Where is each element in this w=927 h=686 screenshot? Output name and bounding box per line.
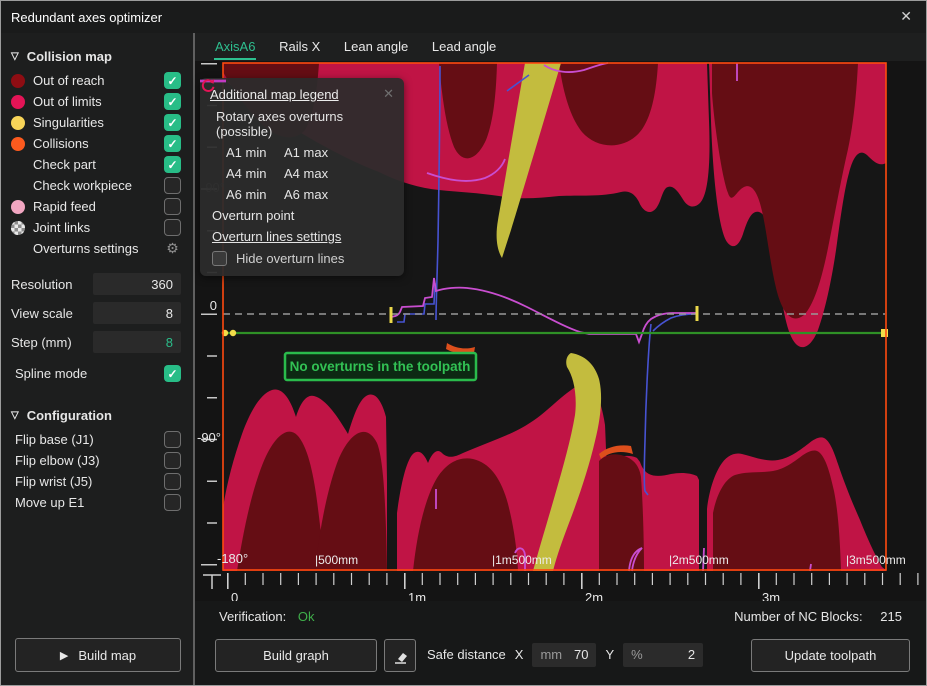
close-icon[interactable]: ✕ [900, 8, 912, 25]
legend-item-out-of-reach: Out of reach [11, 70, 181, 91]
spline-mode-row: Spline mode [15, 365, 181, 382]
collisions-dot [11, 137, 33, 151]
app-window: Redundant axes optimizer ✕ ▽ Collision m… [0, 0, 927, 686]
tab-bar: AxisA6 Rails X Lean angle Lead angle [195, 33, 926, 61]
svg-text:3m: 3m [762, 590, 780, 601]
tab-lead-angle[interactable]: Lead angle [431, 33, 497, 58]
legend-item-overturns-settings: Overturns settings ⚙ [11, 238, 181, 259]
flip-elbow-checkbox[interactable] [164, 452, 181, 469]
legend-item-rapid-feed: Rapid feed [11, 196, 181, 217]
legend-subtitle: Rotary axes overturns (possible) [216, 109, 394, 139]
legend-item-joint-links: Joint links [11, 217, 181, 238]
svg-text:No overturns in the toolpath: No overturns in the toolpath [290, 359, 471, 374]
nc-blocks-value: 215 [880, 609, 902, 624]
resolution-row: Resolution [11, 273, 181, 295]
status-bar: Verification: Ok Number of NC Blocks: 21… [195, 603, 926, 631]
out-of-reach-dot [11, 74, 33, 88]
collapse-triangle-icon: ▽ [11, 51, 19, 62]
legend-item-singularities: Singularities [11, 112, 181, 133]
gear-icon[interactable]: ⚙ [164, 240, 181, 257]
svg-text:|1m500mm: |1m500mm [492, 553, 552, 567]
verification-status: Ok [298, 609, 315, 624]
joint-links-checker-dot [11, 221, 33, 235]
move-up-e1-checkbox[interactable] [164, 494, 181, 511]
rapid-feed-checkbox[interactable] [164, 198, 181, 215]
check-workpiece-checkbox[interactable] [164, 177, 181, 194]
window-title: Redundant axes optimizer [11, 10, 162, 25]
out-of-limits-dot [11, 95, 33, 109]
build-graph-button[interactable]: Build graph [215, 639, 377, 672]
main-area: AxisA6 Rails X Lean angle Lead angle [195, 33, 926, 685]
legend-item-out-of-limits: Out of limits [11, 91, 181, 112]
svg-text:2m: 2m [585, 590, 603, 601]
config-item-flip-elbow: Flip elbow (J3) [11, 450, 181, 471]
overturn-point-row: Overturn point [212, 208, 394, 223]
svg-text:0: 0 [231, 590, 238, 601]
collapse-triangle-icon: ▽ [11, 410, 19, 421]
no-overturns-badge: No overturns in the toolpath [285, 353, 476, 380]
collision-map-header[interactable]: ▽ Collision map [11, 49, 181, 64]
safe-distance-x-label: X [515, 647, 524, 662]
legend-item-check-part: Check part [11, 154, 181, 175]
rapid-feed-dot [11, 200, 33, 214]
out-of-reach-checkbox[interactable] [164, 72, 181, 89]
config-item-flip-base: Flip base (J1) [11, 429, 181, 450]
svg-text:|2m500mm: |2m500mm [669, 553, 729, 567]
view-scale-input[interactable] [93, 302, 181, 324]
svg-text:1m: 1m [408, 590, 426, 601]
svg-text:-180°: -180° [217, 551, 248, 566]
eraser-button[interactable] [384, 639, 416, 672]
joint-links-checkbox[interactable] [164, 219, 181, 236]
config-item-flip-wrist: Flip wrist (J5) [11, 471, 181, 492]
svg-text:|3m500mm: |3m500mm [846, 553, 906, 567]
step-row: Step (mm) [11, 331, 181, 353]
safe-distance-y-input[interactable]: % 2 [623, 643, 703, 667]
overturn-lines-settings-link[interactable]: Overturn lines settings [212, 229, 394, 244]
view-scale-row: View scale [11, 302, 181, 324]
eraser-icon [390, 646, 410, 666]
legend-item-collisions: Collisions [11, 133, 181, 154]
legend-panel-title: Additional map legend [210, 87, 339, 102]
update-toolpath-button[interactable]: Update toolpath [751, 639, 910, 672]
legend-row-a6: A6 min A6 max [226, 187, 394, 202]
svg-text:-90°: -90° [197, 430, 221, 445]
title-bar: Redundant axes optimizer ✕ [1, 1, 926, 33]
safe-distance-x-input[interactable]: mm 70 [532, 643, 596, 667]
flip-wrist-checkbox[interactable] [164, 473, 181, 490]
nc-blocks-label: Number of NC Blocks: [734, 609, 863, 624]
controls-bar: Build graph Safe distance X mm 70 Y % 2 [195, 639, 926, 673]
check-part-checkbox[interactable] [164, 156, 181, 173]
sidebar: ▽ Collision map Out of reach Out of limi… [1, 33, 193, 685]
out-of-limits-checkbox[interactable] [164, 93, 181, 110]
collisions-checkbox[interactable] [164, 135, 181, 152]
singularities-dot [11, 116, 33, 130]
collision-map-chart[interactable]: No overturns in the toolpath 90° 0 -90° … [195, 61, 926, 601]
svg-text:|500mm: |500mm [315, 553, 358, 567]
flip-base-checkbox[interactable] [164, 431, 181, 448]
tab-axis-a6[interactable]: AxisA6 [214, 33, 256, 60]
legend-row-a1: A1 min A1 max [226, 145, 394, 160]
hide-overturn-lines-checkbox[interactable] [212, 251, 227, 266]
hide-overturn-lines-row: Hide overturn lines [212, 251, 394, 266]
configuration-header[interactable]: ▽ Configuration [11, 408, 181, 423]
spline-mode-checkbox[interactable] [164, 365, 181, 382]
legend-item-check-workpiece: Check workpiece [11, 175, 181, 196]
resolution-input[interactable] [93, 273, 181, 295]
legend-close-icon[interactable]: ✕ [383, 86, 394, 102]
overturn-point-icon [200, 78, 216, 94]
build-map-button[interactable]: ▶ Build map [15, 638, 181, 672]
tab-rails-x[interactable]: Rails X [278, 33, 321, 58]
safe-distance-y-label: Y [605, 647, 614, 662]
config-item-move-up-e1: Move up E1 [11, 492, 181, 513]
additional-map-legend-panel[interactable]: Additional map legend ✕ Rotary axes over… [200, 78, 404, 276]
step-input[interactable] [93, 331, 181, 353]
legend-row-a4: A4 min A4 max [226, 166, 394, 181]
play-icon: ▶ [60, 649, 68, 662]
tab-lean-angle[interactable]: Lean angle [343, 33, 409, 58]
safe-distance-label: Safe distance [427, 647, 506, 662]
svg-text:0: 0 [210, 298, 217, 313]
singularities-checkbox[interactable] [164, 114, 181, 131]
verification-label: Verification: [219, 609, 286, 624]
